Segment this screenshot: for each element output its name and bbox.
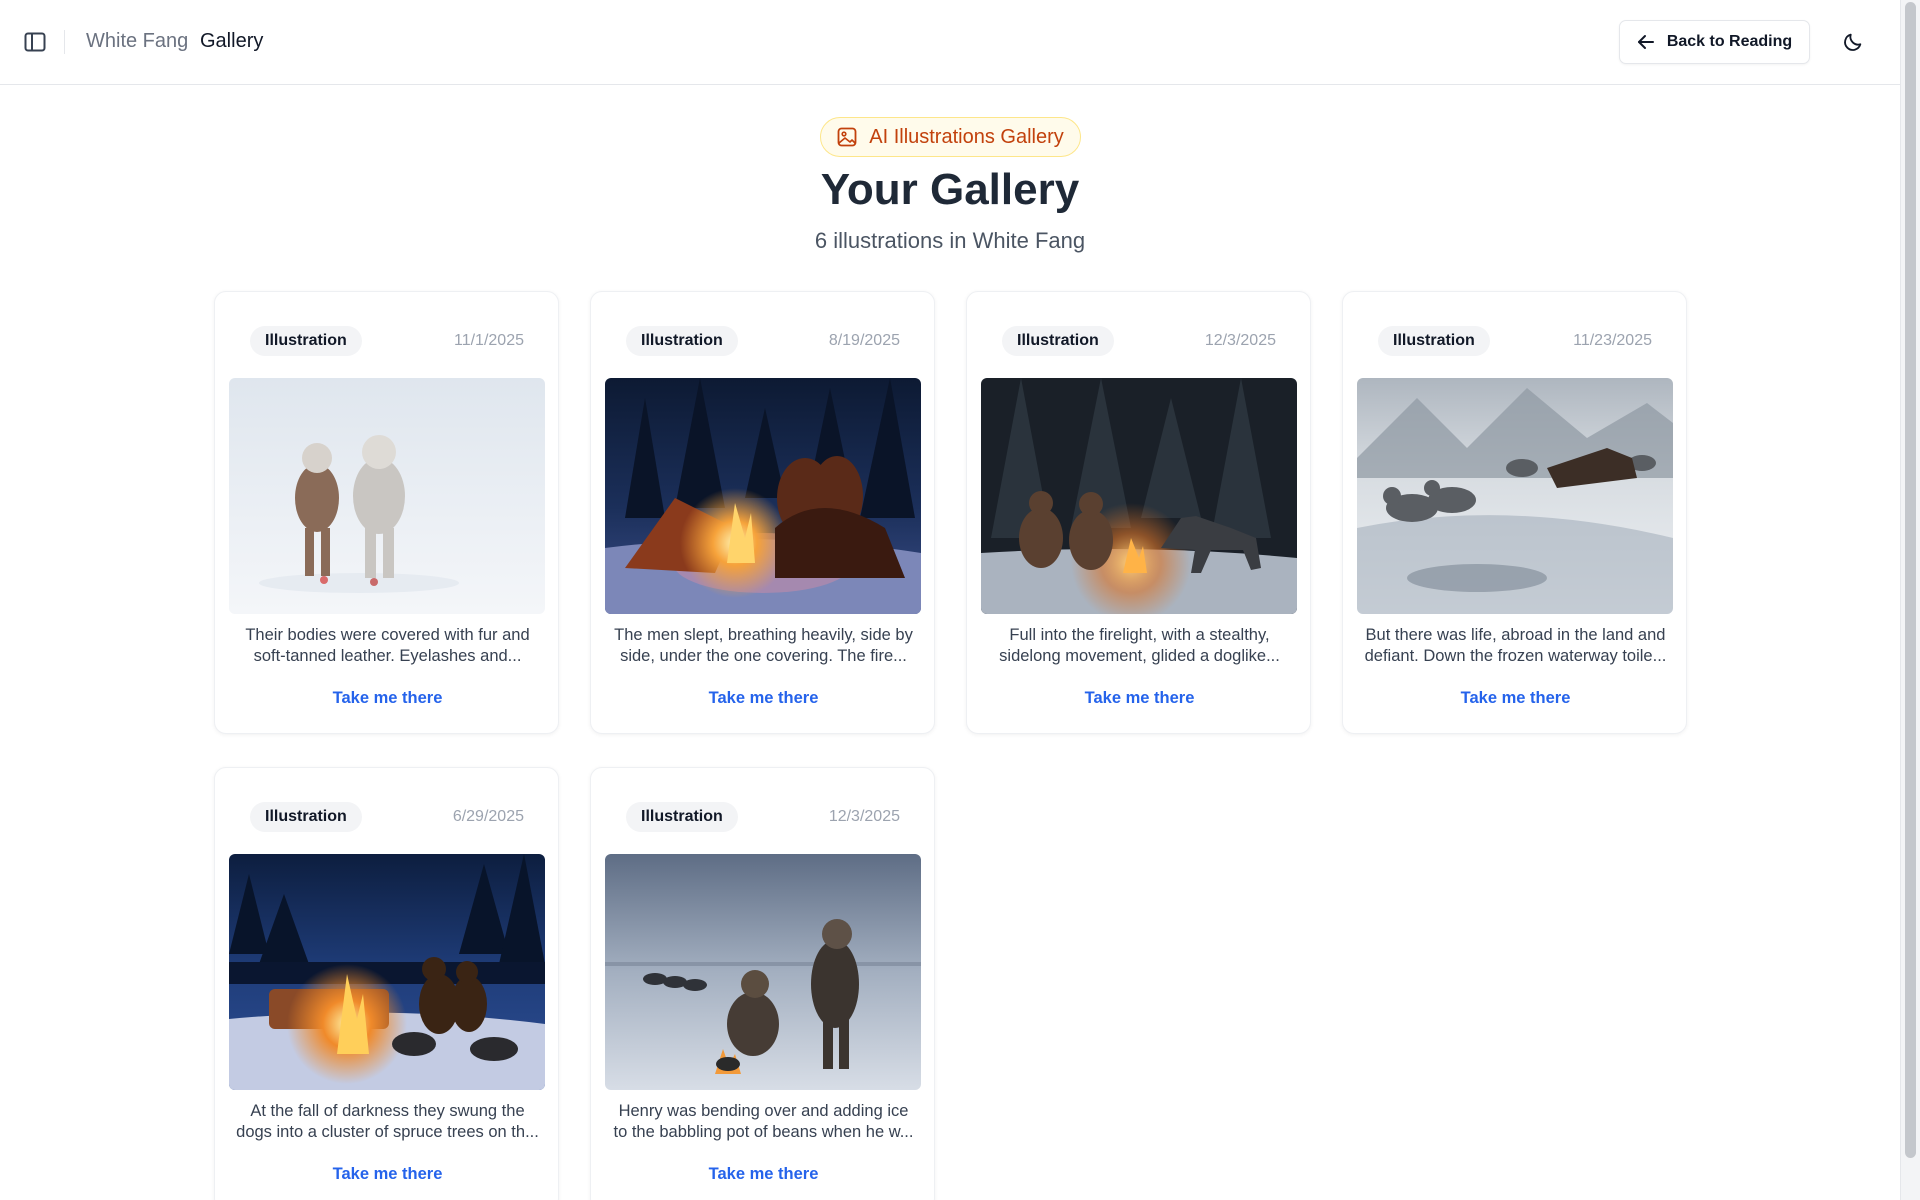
back-to-reading-label: Back to Reading: [1666, 33, 1793, 50]
gallery-card: Illustration 12/3/2025: [590, 767, 935, 1200]
card-caption-line: soft-tanned leather. Eyelashes and...: [253, 647, 522, 665]
sidebar-panel-icon: [24, 32, 46, 52]
card-type-tag: Illustration: [1378, 326, 1490, 356]
card-caption-line: to the babbling pot of beans when he w..…: [613, 1123, 914, 1141]
breadcrumb-book[interactable]: White Fang: [86, 30, 188, 53]
card-type-tag: Illustration: [1002, 326, 1114, 356]
card-caption: Their bodies were covered with fur and s…: [227, 625, 548, 667]
gallery-card: Illustration 12/3/2025: [966, 291, 1311, 734]
image-icon: [837, 127, 857, 147]
card-caption-line: Their bodies were covered with fur and: [245, 626, 530, 644]
card-type-tag: Illustration: [250, 802, 362, 832]
card-caption: Full into the firelight, with a stealthy…: [979, 625, 1300, 667]
card-date: 12/3/2025: [1204, 332, 1276, 349]
card-caption: But there was life, abroad in the land a…: [1355, 625, 1676, 667]
take-me-there-link[interactable]: Take me there: [215, 1165, 560, 1184]
bean-pot-camp-illustration: [605, 854, 921, 1090]
illustration-image[interactable]: [981, 378, 1297, 614]
illustration-image[interactable]: [605, 854, 921, 1090]
theme-toggle-button[interactable]: [1838, 28, 1868, 56]
gallery-badge: AI Illustrations Gallery: [820, 117, 1081, 157]
take-me-there-link[interactable]: Take me there: [591, 689, 936, 708]
vertical-scrollbar[interactable]: [1900, 0, 1920, 1200]
card-caption-line: dogs into a cluster of spruce trees on t…: [236, 1123, 539, 1141]
card-type-tag: Illustration: [626, 326, 738, 356]
card-caption: Henry was bending over and adding ice to…: [603, 1101, 924, 1143]
card-caption-line: sidelong movement, glided a doglike...: [999, 647, 1280, 665]
page-subtitle: 6 illustrations in White Fang: [814, 228, 1086, 253]
app: White Fang Gallery Back to Reading AI Il…: [0, 0, 1920, 1200]
fur-clad-men-illustration: [229, 378, 545, 614]
take-me-there-link[interactable]: Take me there: [967, 689, 1312, 708]
card-date: 12/3/2025: [828, 808, 900, 825]
wolf-firelight-illustration: [981, 378, 1297, 614]
card-date: 11/1/2025: [454, 332, 524, 349]
back-to-reading-button[interactable]: Back to Reading: [1619, 20, 1810, 64]
gallery-card: Illustration 11/1/2025 Their bodies were…: [214, 291, 559, 734]
card-date: 8/19/2025: [828, 332, 900, 349]
take-me-there-link[interactable]: Take me there: [591, 1165, 936, 1184]
spruce-camp-illustration: [229, 854, 545, 1090]
moon-icon: [1844, 33, 1862, 51]
illustration-image[interactable]: [229, 854, 545, 1090]
sidebar-toggle-button[interactable]: [20, 29, 50, 55]
card-caption-line: Henry was bending over and adding ice: [618, 1102, 909, 1120]
card-type-tag: Illustration: [626, 802, 738, 832]
breadcrumb-current: Gallery: [200, 30, 264, 52]
card-caption-line: Full into the firelight, with a stealthy…: [1009, 626, 1270, 644]
main-area: White Fang Gallery Back to Reading AI Il…: [0, 0, 1900, 1200]
top-bar: White Fang Gallery Back to Reading: [0, 0, 1900, 85]
scrollbar-thumb[interactable]: [1905, 2, 1916, 1158]
gallery-card: Illustration 11/23/2025 But there was li…: [1342, 291, 1687, 734]
toolbar-divider: [64, 30, 65, 54]
card-caption-line: side, under the one covering. The fire..…: [620, 647, 907, 665]
page-title: Your Gallery: [820, 165, 1080, 214]
card-caption-line: At the fall of darkness they swung the: [250, 1102, 525, 1120]
sled-dogs-river-illustration: [1357, 378, 1673, 614]
arrow-left-icon: [1637, 35, 1654, 49]
gallery-badge-label: AI Illustrations Gallery: [869, 125, 1064, 148]
gallery-card: Illustration 6/29/2025 At the fall of da…: [214, 767, 559, 1200]
illustration-image[interactable]: [1357, 378, 1673, 614]
take-me-there-link[interactable]: Take me there: [215, 689, 560, 708]
illustration-image[interactable]: [229, 378, 545, 614]
card-type-tag: Illustration: [250, 326, 362, 356]
take-me-there-link[interactable]: Take me there: [1343, 689, 1688, 708]
card-caption: At the fall of darkness they swung the d…: [227, 1101, 548, 1143]
card-caption-line: But there was life, abroad in the land a…: [1365, 626, 1666, 644]
card-caption-line: defiant. Down the frozen waterway toile.…: [1364, 647, 1667, 665]
card-caption: The men slept, breathing heavily, side b…: [603, 625, 924, 667]
campfire-night-illustration: [605, 378, 921, 614]
gallery-card: Illustration 8/19/2025 The men slept, br…: [590, 291, 935, 734]
card-date: 11/23/2025: [1573, 332, 1652, 349]
card-caption-line: The men slept, breathing heavily, side b…: [614, 626, 913, 644]
illustration-image[interactable]: [605, 378, 921, 614]
card-date: 6/29/2025: [452, 808, 524, 825]
